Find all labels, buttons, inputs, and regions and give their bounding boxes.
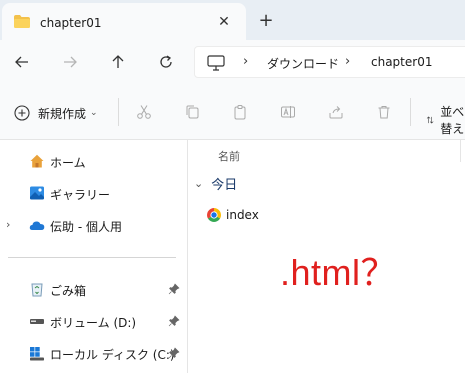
computer-icon [207,55,225,71]
toolbar-divider [410,98,411,126]
sidebar-item-label: ローカル ディスク (C:) [50,348,175,362]
up-button[interactable] [106,50,130,74]
annotation-text: .html？ [280,252,398,293]
paste-button[interactable] [230,102,250,122]
arrow-left-icon [15,56,28,68]
rename-icon [281,106,295,118]
sidebar-item-local-disk-c[interactable]: ローカル ディスク (C:) [0,338,188,368]
sidebar-item-label: ごみ箱 [50,284,87,298]
new-tab-button[interactable]: + [254,9,278,33]
tab-close-button[interactable]: ✕ [214,12,234,32]
sidebar-item-gallery[interactable]: ギャラリー [0,178,188,208]
share-button[interactable] [326,102,346,122]
address-bar[interactable]: › ダウンロード › chapter01 [194,46,465,78]
refresh-icon [160,55,172,68]
sidebar-item-volume-d[interactable]: ボリューム (D:) [0,306,188,336]
tab-chapter01[interactable]: chapter01 ✕ [2,3,246,40]
group-header-today[interactable]: ⌄ 今日 [194,174,237,193]
sidebar-divider [8,257,176,258]
refresh-button[interactable] [154,50,178,74]
sidebar-item-label: ホーム [50,156,86,170]
new-button-label: 新規作成 [38,106,87,121]
rename-button[interactable] [278,102,298,122]
tab-title: chapter01 [40,16,102,30]
scissors-icon [137,105,151,119]
gallery-icon [30,186,44,200]
breadcrumb-downloads[interactable]: ダウンロード [267,55,339,72]
copy-icon [186,105,199,119]
column-header-name[interactable]: 名前 [218,148,240,164]
new-button[interactable]: 新規作成 ⌄ [14,102,98,124]
clipboard-icon [234,105,246,120]
sidebar-item-recycle-bin[interactable]: ごみ箱 [0,274,188,304]
recycle-bin-icon [31,283,43,297]
sort-button[interactable]: 並べ替え [426,103,465,137]
sidebar-item-onedrive[interactable]: › 伝助 - 個人用 [0,210,188,240]
windows-drive-icon [30,347,44,361]
share-icon [329,106,343,119]
pin-icon[interactable] [168,347,180,359]
sort-button-label: 並べ替え [440,105,465,136]
folder-icon [14,15,30,28]
toolbar-divider [118,98,119,126]
sidebar-item-label: 伝助 - 個人用 [50,220,122,234]
forward-button[interactable] [58,50,82,74]
command-bar: 新規作成 ⌄ 並べ替え [0,84,465,140]
delete-button[interactable] [374,102,394,122]
pin-icon[interactable] [168,315,180,327]
arrow-up-icon [112,55,124,68]
chrome-icon [207,208,221,222]
breadcrumb-chapter01[interactable]: chapter01 [371,55,432,69]
back-button[interactable] [10,50,34,74]
sidebar-item-label: ボリューム (D:) [50,316,137,330]
group-label: 今日 [211,178,238,193]
arrow-right-icon [64,56,77,68]
chevron-right-icon[interactable]: › [6,218,10,231]
file-item-index[interactable]: index [206,204,406,226]
navigation-pane: ホーム ギャラリー › 伝助 - 個人用 ごみ箱 ボリューム (D:) ローカル… [0,140,188,373]
breadcrumb-separator: › [243,54,249,69]
cut-button[interactable] [134,102,154,122]
chevron-down-icon: ⌄ [194,177,204,190]
onedrive-icon [29,221,45,230]
column-divider[interactable] [460,140,461,162]
chevron-down-icon: ⌄ [90,108,98,118]
title-bar: chapter01 ✕ + [0,0,465,40]
copy-button[interactable] [182,102,202,122]
breadcrumb-separator: › [345,54,351,69]
trash-icon [378,106,390,119]
navigation-bar: › ダウンロード › chapter01 [0,40,465,84]
plus-circle-icon [14,105,30,121]
sort-icon [426,116,434,124]
pin-icon[interactable] [168,283,180,295]
sidebar-item-home[interactable]: ホーム [0,146,188,176]
drive-icon [30,319,44,324]
home-icon [30,154,44,168]
sidebar-item-label: ギャラリー [50,188,111,202]
file-name: index [226,208,259,222]
